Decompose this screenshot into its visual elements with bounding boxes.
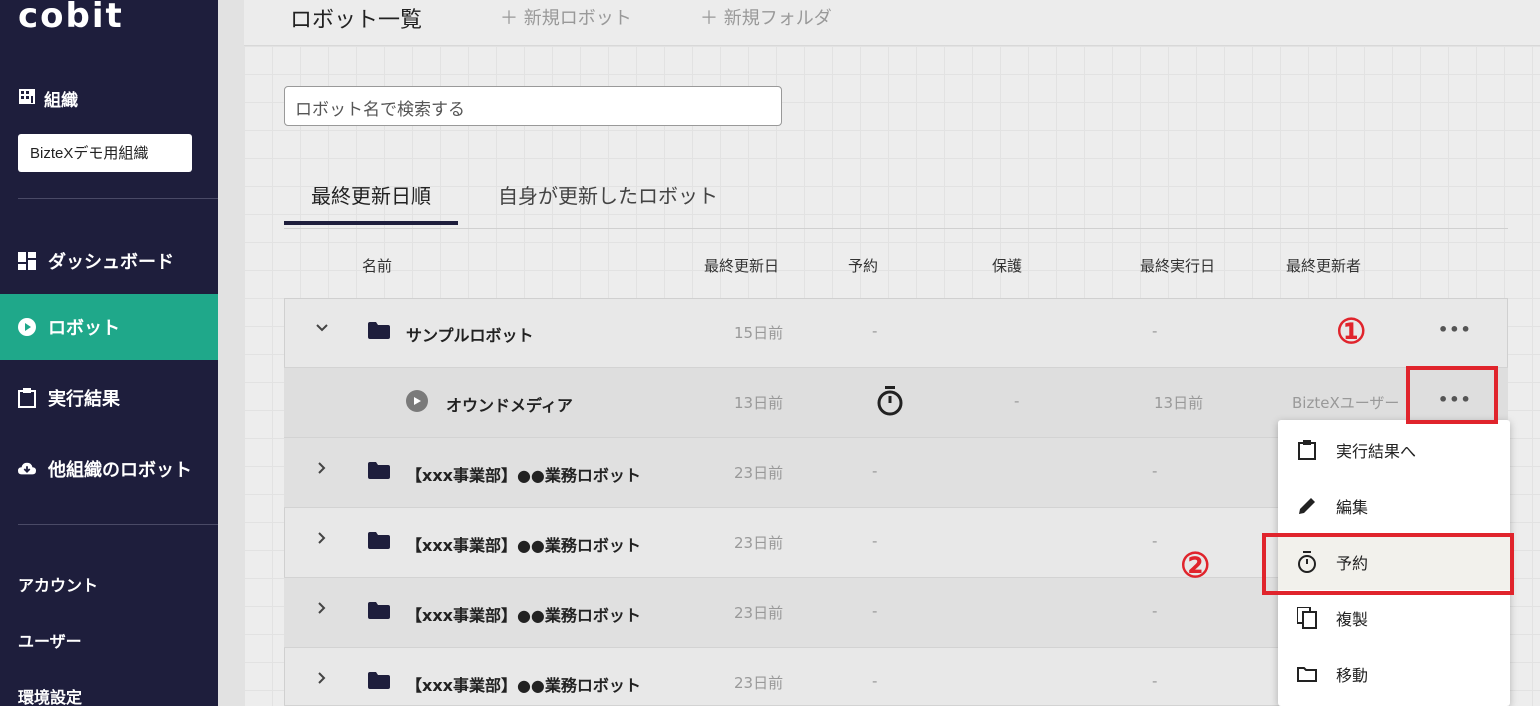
step-marker-1: ① [1336, 312, 1367, 352]
column-header-protect: 保護 [992, 257, 1023, 275]
top-bar: ロボット一覧 ＋ 新規ロボット ＋ 新規フォルダ [244, 0, 1540, 46]
folder-icon [368, 532, 390, 549]
row-last-run: - [1152, 322, 1158, 340]
sidebar-item-label: ロボット [48, 318, 120, 339]
clipboard-icon [18, 388, 36, 408]
row-reserve: - [872, 532, 878, 550]
dashboard-icon [18, 252, 36, 270]
sidebar-item-settings[interactable]: 環境設定 [18, 684, 82, 706]
sidebar-divider [18, 524, 218, 525]
row-last-run: 13日前 [1154, 394, 1204, 412]
row-reserve: - [872, 322, 878, 340]
menu-item-move[interactable]: 移動 [1278, 646, 1510, 702]
chevron-right-icon[interactable] [314, 460, 332, 480]
more-options-icon[interactable]: ••• [1438, 320, 1472, 339]
row-updater: BizteXユーザー [1292, 394, 1400, 412]
pencil-icon [1296, 495, 1318, 517]
building-icon [18, 87, 36, 110]
folder-icon [368, 602, 390, 619]
folder-icon [368, 462, 390, 479]
menu-item-label: 実行結果へ [1336, 442, 1417, 461]
sidebar-item-account[interactable]: アカウント [18, 572, 98, 596]
folder-icon [1296, 663, 1318, 685]
table-row[interactable]: サンプルロボット 15日前 - - ••• [284, 298, 1508, 368]
column-header-reserve: 予約 [848, 257, 879, 275]
chevron-down-icon[interactable] [314, 320, 332, 340]
play-circle-icon[interactable] [406, 390, 428, 412]
column-header-updater: 最終更新者 [1286, 257, 1362, 275]
org-label: 組織 [44, 91, 78, 111]
menu-item-edit[interactable]: 編集 [1278, 478, 1510, 534]
menu-item-label: 予約 [1336, 554, 1369, 573]
row-last-run: - [1152, 672, 1158, 690]
play-circle-icon [18, 318, 36, 336]
folder-icon [368, 672, 390, 689]
row-name: 【xxx事業部】●●業務ロボット [406, 466, 641, 485]
sidebar-scrollbar[interactable] [218, 0, 244, 706]
sidebar-item-robots[interactable]: ロボット [0, 294, 218, 360]
cloud-download-icon [18, 460, 36, 478]
row-name: 【xxx事業部】●●業務ロボット [406, 536, 641, 555]
sidebar-item-label: 実行結果 [48, 389, 120, 410]
row-last-run: - [1152, 462, 1158, 480]
menu-item-reserve[interactable]: 予約 [1278, 534, 1510, 590]
row-updated: 23日前 [734, 464, 784, 482]
org-select[interactable]: BizteXデモ用組織 [18, 134, 192, 172]
row-updated: 15日前 [734, 324, 784, 342]
org-label-row: 組織 [18, 86, 78, 111]
row-updated: 13日前 [734, 394, 784, 412]
sidebar-item-dashboard[interactable]: ダッシュボード [0, 228, 218, 294]
menu-item-label: 複製 [1336, 610, 1369, 629]
tabs-divider [284, 228, 1508, 229]
row-updated: 23日前 [734, 534, 784, 552]
row-reserve: - [872, 672, 878, 690]
timer-icon[interactable] [876, 386, 904, 420]
clipboard-icon [1296, 439, 1318, 461]
sidebar-item-results[interactable]: 実行結果 [0, 365, 218, 431]
sidebar-divider [18, 198, 218, 199]
chevron-right-icon[interactable] [314, 530, 332, 550]
step-marker-2: ② [1180, 546, 1211, 586]
column-header-last-run[interactable]: 最終実行日 [1140, 255, 1215, 276]
menu-item-label: 編集 [1336, 498, 1369, 517]
page-title: ロボット一覧 [290, 8, 423, 33]
row-updated: 23日前 [734, 674, 784, 692]
cobit-logo[interactable]: cobit [18, 0, 124, 36]
row-protect: - [1014, 392, 1020, 410]
sidebar-item-label: 他組織のロボット [48, 460, 192, 481]
context-menu: 実行結果へ 編集 予約 複製 移動 [1278, 420, 1510, 706]
tab-my-robots[interactable]: 自身が更新したロボット [498, 180, 718, 221]
new-folder-button[interactable]: ＋ 新規フォルダ [700, 4, 832, 30]
menu-item-label: 移動 [1336, 666, 1369, 685]
sidebar-item-other-org-robots[interactable]: 他組織のロボット [0, 436, 218, 502]
column-header-updated[interactable]: 最終更新日 [704, 255, 779, 276]
folder-icon [368, 322, 390, 339]
menu-item-results[interactable]: 実行結果へ [1278, 422, 1510, 478]
row-last-run: - [1152, 532, 1158, 550]
chevron-right-icon[interactable] [314, 670, 332, 690]
new-robot-button[interactable]: ＋ 新規ロボット [500, 4, 632, 30]
row-name: サンプルロボット [406, 326, 534, 345]
timer-icon [1296, 551, 1318, 573]
column-header-name[interactable]: 名前 [362, 255, 392, 276]
menu-item-duplicate[interactable]: 複製 [1278, 590, 1510, 646]
row-name: オウンドメディア [446, 396, 573, 415]
sidebar-item-users[interactable]: ユーザー [18, 628, 82, 652]
row-last-run: - [1152, 602, 1158, 620]
row-name: 【xxx事業部】●●業務ロボット [406, 606, 641, 625]
tab-last-updated[interactable]: 最終更新日順 [284, 180, 458, 225]
row-updated: 23日前 [734, 604, 784, 622]
copy-icon [1296, 607, 1318, 629]
chevron-right-icon[interactable] [314, 600, 332, 620]
more-options-icon[interactable]: ••• [1438, 390, 1472, 409]
row-reserve: - [872, 462, 878, 480]
sidebar: cobit 組織 BizteXデモ用組織 ダッシュボード ロボット 実行結果 他… [0, 0, 218, 706]
row-name: 【xxx事業部】●●業務ロボット [406, 676, 641, 695]
row-reserve: - [872, 602, 878, 620]
sidebar-item-label: ダッシュボード [48, 252, 174, 273]
search-input[interactable]: ロボット名で検索する [284, 86, 782, 126]
